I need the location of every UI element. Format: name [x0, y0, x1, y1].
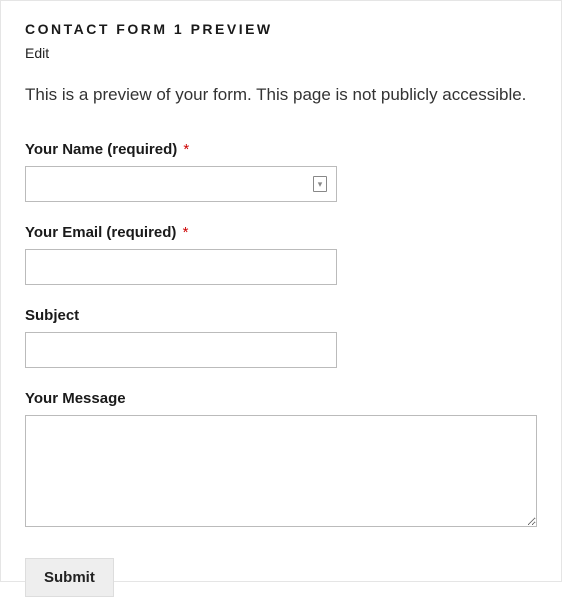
submit-button[interactable]: Submit [25, 558, 114, 597]
form-preview-container: CONTACT FORM 1 PREVIEW Edit This is a pr… [0, 0, 562, 582]
email-input[interactable] [25, 249, 337, 285]
edit-link[interactable]: Edit [25, 45, 49, 61]
message-textarea[interactable] [25, 415, 537, 527]
field-group-subject: Subject [25, 307, 537, 368]
name-label-text: Your Name (required) [25, 141, 177, 158]
page-title: CONTACT FORM 1 PREVIEW [25, 21, 537, 37]
name-input[interactable] [25, 166, 337, 202]
required-mark: * [183, 141, 189, 158]
field-group-email: Your Email (required) * [25, 224, 537, 285]
preview-notice: This is a preview of your form. This pag… [25, 85, 537, 105]
name-input-wrap: ▾ [25, 166, 337, 202]
email-label-text: Your Email (required) [25, 224, 176, 241]
subject-input[interactable] [25, 332, 337, 368]
message-label: Your Message [25, 390, 537, 407]
subject-label: Subject [25, 307, 537, 324]
required-mark: * [183, 224, 189, 241]
field-group-name: Your Name (required) * ▾ [25, 141, 537, 202]
email-label: Your Email (required) * [25, 224, 537, 241]
name-label: Your Name (required) * [25, 141, 537, 158]
field-group-message: Your Message [25, 390, 537, 532]
